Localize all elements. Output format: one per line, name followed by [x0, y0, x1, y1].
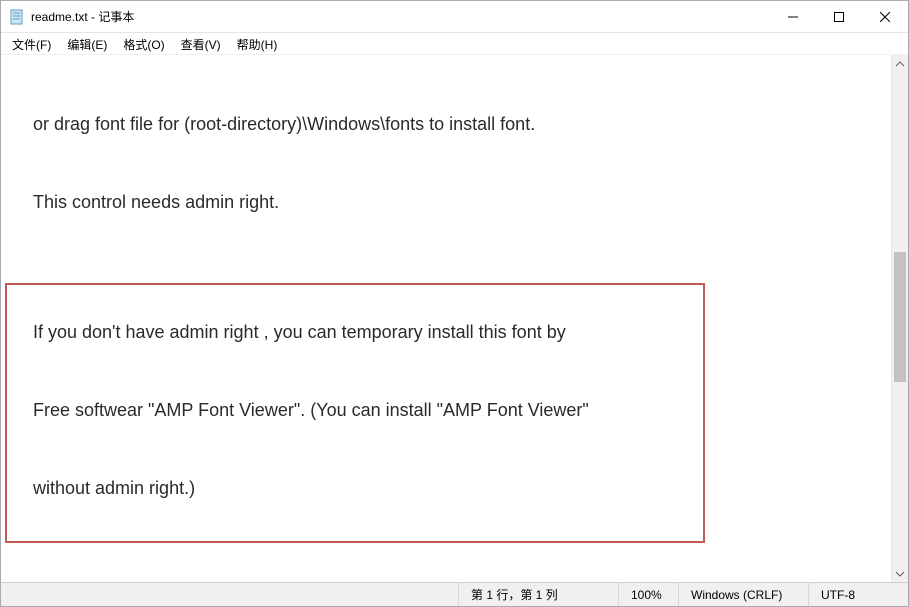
status-zoom: 100% — [618, 583, 678, 606]
window-controls — [770, 1, 908, 32]
content-area: or drag font file for (root-directory)\W… — [1, 55, 908, 582]
menu-help[interactable]: 帮助(H) — [230, 35, 285, 52]
status-encoding: UTF-8 — [808, 583, 908, 606]
close-button[interactable] — [862, 1, 908, 32]
scroll-up-arrow[interactable] — [892, 55, 908, 72]
scroll-track[interactable] — [892, 72, 908, 565]
minimize-button[interactable] — [770, 1, 816, 32]
text-line: This control needs admin right. — [11, 189, 883, 215]
titlebar: readme.txt - 记事本 — [1, 1, 908, 33]
statusbar: 第 1 行，第 1 列 100% Windows (CRLF) UTF-8 — [1, 582, 908, 606]
notepad-window: readme.txt - 记事本 文件(F) 编辑(E) 格式(O) 查看(V)… — [0, 0, 909, 607]
menu-view[interactable]: 查看(V) — [174, 35, 228, 52]
window-title: readme.txt - 记事本 — [31, 8, 770, 25]
menubar: 文件(F) 编辑(E) 格式(O) 查看(V) 帮助(H) — [1, 33, 908, 55]
scroll-thumb[interactable] — [894, 252, 906, 382]
vertical-scrollbar[interactable] — [891, 55, 908, 582]
status-lineending: Windows (CRLF) — [678, 583, 808, 606]
menu-edit[interactable]: 编辑(E) — [60, 35, 114, 52]
scroll-down-arrow[interactable] — [892, 565, 908, 582]
text-line: without admin right.) — [11, 475, 883, 501]
maximize-button[interactable] — [816, 1, 862, 32]
text-line: Free softwear "AMP Font Viewer". (You ca… — [11, 397, 883, 423]
text-editor[interactable]: or drag font file for (root-directory)\W… — [1, 55, 891, 582]
menu-file[interactable]: 文件(F) — [5, 35, 58, 52]
app-icon — [9, 9, 25, 25]
text-line: or drag font file for (root-directory)\W… — [11, 111, 883, 137]
status-spacer — [1, 583, 458, 606]
menu-format[interactable]: 格式(O) — [116, 35, 171, 52]
text-line: If you don't have admin right , you can … — [11, 319, 883, 345]
status-position: 第 1 行，第 1 列 — [458, 583, 618, 606]
